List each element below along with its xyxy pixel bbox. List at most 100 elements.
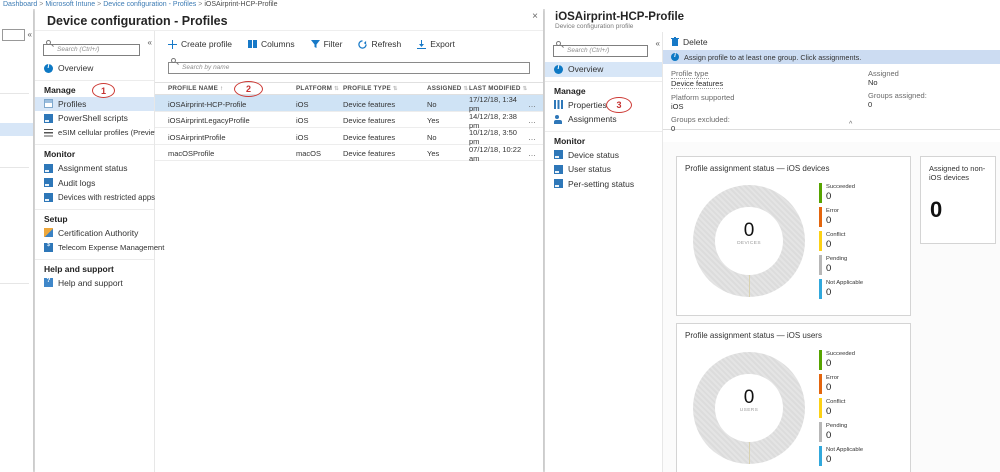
legend-item-succeeded: Succeeded0: [819, 183, 855, 203]
help-icon: [44, 278, 53, 287]
column-header-profile-type[interactable]: PROFILE TYPE⇅: [343, 85, 427, 92]
annotation-circle-2: 2: [234, 81, 263, 97]
columns-button[interactable]: Columns: [248, 39, 295, 49]
leftmost-search-input[interactable]: [2, 29, 25, 41]
detail-item-user-status[interactable]: User status: [545, 162, 662, 177]
create-profile-button[interactable]: Create profile: [168, 39, 232, 49]
legend-item-error: Error0: [819, 374, 839, 394]
legend-item-succeeded: Succeeded0: [819, 350, 855, 370]
page-title: Device configuration - Profiles: [47, 14, 228, 28]
sidebar-item-label: Assignment status: [58, 163, 127, 173]
row-context-menu-icon[interactable]: …: [528, 149, 543, 158]
refresh-button[interactable]: Refresh: [358, 39, 401, 49]
collapse-nav-icon[interactable]: «: [656, 39, 660, 48]
column-header-profile-name[interactable]: PROFILE NAME↑: [168, 85, 296, 92]
row-context-menu-icon[interactable]: …: [528, 133, 543, 142]
search-by-name-input[interactable]: [168, 62, 530, 74]
blade-profile-detail: iOSAirprint-HCP-Profile Device configura…: [545, 9, 1000, 472]
filter-button[interactable]: Filter: [311, 39, 343, 49]
sidebar-item-label: Devices with restricted apps: [58, 193, 155, 202]
leftmost-collapse-icon[interactable]: «: [28, 30, 32, 39]
assignment-info-banner: Assign profile to at least one group. Cl…: [663, 50, 1000, 64]
detail-item-assignments[interactable]: Assignments: [545, 112, 662, 127]
platform-supported-value: iOS: [671, 102, 861, 111]
blade-device-configuration-profiles: Device configuration - Profiles × « Over…: [35, 9, 543, 472]
detail-item-device-status[interactable]: Device status: [545, 148, 662, 163]
charts-area: Profile assignment status — iOS devices …: [663, 142, 1000, 472]
cell-assigned: No: [427, 133, 469, 142]
blade1-search-input[interactable]: [43, 44, 140, 56]
groups-assigned-value: 0: [868, 100, 988, 109]
users-count-label: USERS: [715, 408, 783, 413]
cell-last-modified: 07/12/18, 10:22 am: [469, 145, 528, 163]
column-header-platform[interactable]: PLATFORM⇅: [296, 85, 343, 92]
sidebar-item-label: Help and support: [58, 278, 123, 288]
user-status-icon: [554, 165, 563, 174]
collapse-nav-icon[interactable]: «: [148, 38, 152, 47]
collapse-essentials-icon[interactable]: ^: [849, 121, 852, 128]
cell-profile-type: Device features: [343, 133, 427, 142]
filter-icon: [311, 40, 320, 48]
leftmost-selected-item[interactable]: [0, 123, 33, 136]
breadcrumb-current-profile: iOSAirprint-HCP-Profile: [204, 1, 277, 8]
row-context-menu-icon[interactable]: …: [528, 116, 543, 125]
sort-icon: ⇅: [393, 86, 398, 92]
table-row[interactable]: macOSProfile macOS Device features Yes 0…: [155, 145, 543, 162]
plus-icon: [168, 40, 177, 49]
devices-count-label: DEVICES: [715, 241, 783, 246]
sidebar-item-overview[interactable]: Overview: [35, 61, 154, 76]
blade2-sidebar: « Overview Manage Properties Assignments…: [545, 32, 663, 472]
detail-item-per-setting-status[interactable]: Per-setting status: [545, 177, 662, 192]
users-status-card: Profile assignment status — iOS users 0 …: [676, 323, 911, 472]
leftmost-blade-cutoff: «: [0, 9, 33, 472]
divider: [0, 93, 29, 94]
breadcrumb-intune[interactable]: Microsoft Intune: [45, 1, 95, 8]
profiles-toolbar: Create profile Columns Filter Refresh Ex…: [155, 31, 543, 51]
table-row[interactable]: iOSAirprintProfile iOS Device features N…: [155, 128, 543, 145]
sidebar-item-certification-authority[interactable]: Certification Authority: [35, 226, 154, 241]
breadcrumb-device-configuration[interactable]: Device configuration - Profiles: [103, 1, 196, 8]
sidebar-item-label: Certification Authority: [58, 228, 138, 238]
blade2-search-input[interactable]: [553, 45, 648, 57]
table-row[interactable]: iOSAirprint-HCP-Profile iOS Device featu…: [155, 95, 543, 112]
row-context-menu-icon[interactable]: …: [528, 100, 543, 109]
cell-profile-type: Device features: [343, 100, 427, 109]
sidebar-item-label: PowerShell scripts: [58, 113, 128, 123]
assignment-status-icon: [44, 164, 53, 173]
detail-item-properties[interactable]: Properties: [545, 98, 662, 113]
columns-icon: [248, 40, 257, 48]
sidebar-item-label: Overview: [568, 64, 603, 74]
sidebar-item-powershell-scripts[interactable]: PowerShell scripts: [35, 111, 154, 126]
telecom-icon: [44, 243, 53, 252]
profile-type-label: Profile type: [671, 69, 709, 79]
export-icon: [417, 40, 426, 49]
cell-profile-name: iOSAirprintLegacyProfile: [168, 116, 296, 125]
column-header-assigned[interactable]: ASSIGNED⇅: [427, 85, 469, 92]
sidebar-item-help-and-support[interactable]: Help and support: [35, 276, 154, 291]
table-row[interactable]: iOSAirprintLegacyProfile iOS Device feat…: [155, 112, 543, 129]
profile-type-value[interactable]: Device features: [671, 79, 723, 89]
delete-button[interactable]: Delete: [663, 32, 1000, 47]
devices-card-title: Profile assignment status — iOS devices: [677, 157, 910, 173]
sidebar-item-profiles[interactable]: Profiles: [35, 97, 154, 112]
breadcrumb-dashboard[interactable]: Dashboard: [3, 1, 37, 8]
sidebar-item-telecom-expense-management[interactable]: Telecom Expense Management: [35, 240, 154, 255]
detail-item-overview[interactable]: Overview: [545, 62, 662, 77]
export-button[interactable]: Export: [417, 39, 455, 49]
cell-assigned: No: [427, 100, 469, 109]
column-header-last-modified[interactable]: LAST MODIFIED⇅: [469, 85, 528, 92]
properties-icon: [554, 100, 563, 109]
close-icon[interactable]: ×: [532, 12, 538, 22]
breadcrumb-separator: >: [39, 1, 43, 8]
sidebar-item-devices-with-restricted-apps[interactable]: Devices with restricted apps: [35, 190, 154, 205]
sort-icon: ⇅: [464, 86, 469, 92]
sidebar-item-esim-cellular-profiles[interactable]: eSIM cellular profiles (Preview): [35, 126, 154, 141]
sidebar-section-monitor: Monitor: [35, 144, 154, 161]
sidebar-item-assignment-status[interactable]: Assignment status: [35, 161, 154, 176]
groups-excluded-label: Groups excluded:: [671, 115, 861, 124]
detail-section-monitor: Monitor: [545, 131, 662, 148]
cell-profile-name: iOSAirprintProfile: [168, 133, 296, 142]
detail-section-manage: Manage: [545, 81, 662, 98]
blade2-content: Delete Assign profile to at least one gr…: [663, 32, 1000, 472]
sidebar-item-audit-logs[interactable]: Audit logs: [35, 176, 154, 191]
